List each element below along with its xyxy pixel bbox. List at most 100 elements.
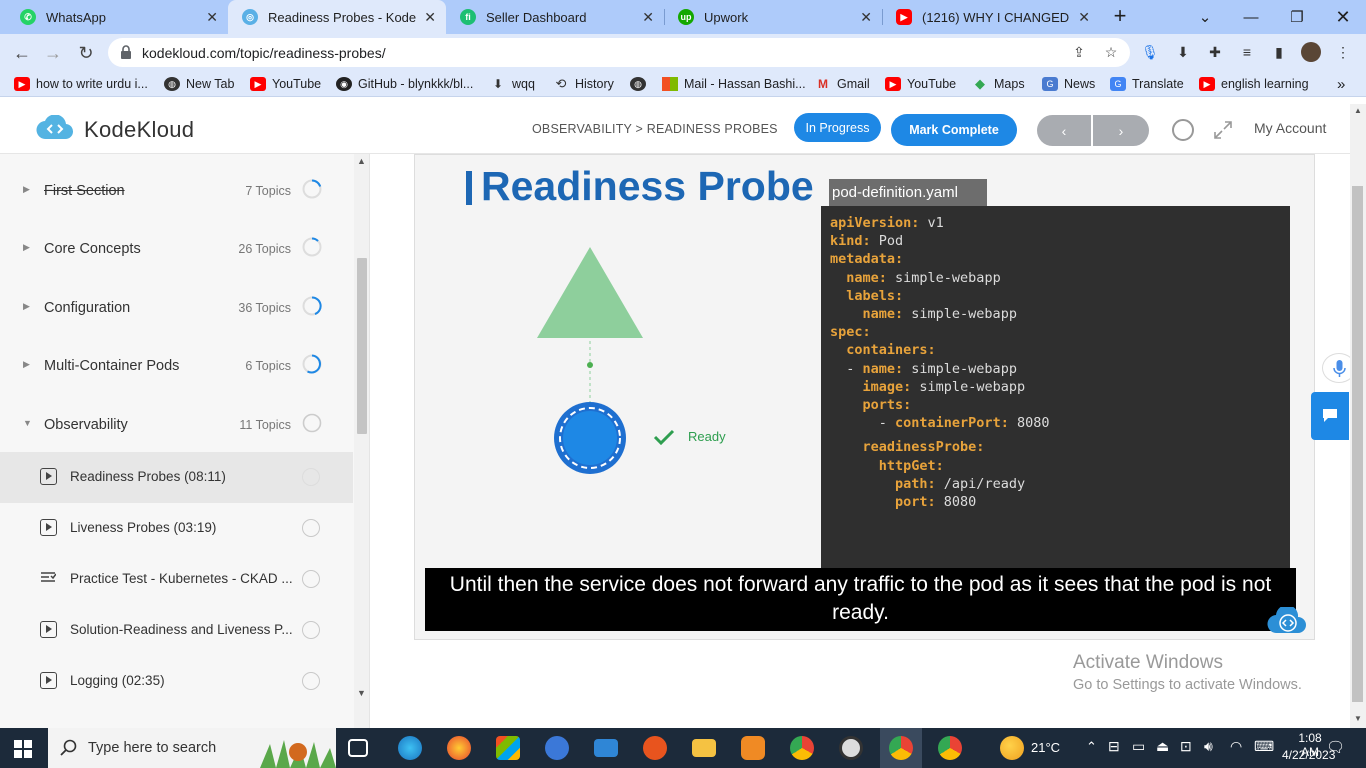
file-explorer-icon[interactable] — [692, 739, 716, 757]
in-progress-badge[interactable]: In Progress — [794, 113, 881, 142]
bookmark-item[interactable]: ▶ english learning — [1199, 75, 1309, 93]
bookmark-item[interactable]: ◍ — [630, 75, 652, 93]
bookmark-star-icon[interactable]: ☆ — [1101, 42, 1121, 62]
page-scrollbar[interactable]: ▲ ▼ — [1350, 104, 1366, 728]
download-extension-icon[interactable]: ⬇ — [1173, 42, 1193, 62]
bookmark-item[interactable]: ⟲ History — [553, 75, 614, 93]
bookmark-item[interactable]: ▶ YouTube — [250, 75, 321, 93]
scroll-down-icon[interactable]: ▼ — [1354, 714, 1362, 723]
close-icon[interactable]: ✕ — [1078, 9, 1090, 26]
temperature[interactable]: 21°C — [1031, 740, 1060, 755]
bookmark-item[interactable]: ◍ New Tab — [164, 75, 234, 93]
minimize-button[interactable]: — — [1228, 0, 1274, 34]
screen-capture-icon[interactable]: ⊡ — [1180, 738, 1192, 755]
completion-circle-icon[interactable] — [302, 672, 320, 690]
usb-icon[interactable]: ⏏ — [1156, 738, 1169, 755]
side-panel-icon[interactable]: ▮ — [1269, 42, 1289, 62]
windows-start-icon[interactable] — [14, 740, 32, 758]
lesson-liveness-probes[interactable]: Liveness Probes (03:19) — [0, 503, 353, 554]
chrome-profile-icon[interactable] — [889, 736, 913, 760]
completion-circle-icon[interactable] — [302, 519, 320, 537]
volume-icon[interactable]: 🔊︎ — [1204, 738, 1213, 755]
close-icon[interactable]: ✕ — [860, 9, 872, 26]
close-icon[interactable]: ✕ — [424, 9, 436, 26]
extensions-icon[interactable]: ✚ — [1205, 42, 1225, 62]
section-multi-container-pods[interactable]: ▶ Multi-Container Pods 6 Topics — [0, 337, 353, 395]
section-configuration[interactable]: ▶ Configuration 36 Topics — [0, 279, 353, 337]
tab-youtube-video[interactable]: ▶ (1216) WHY I CHANGED MY ✕ — [882, 0, 1100, 34]
scroll-up-icon[interactable]: ▲ — [357, 156, 366, 166]
close-icon[interactable]: ✕ — [642, 9, 654, 26]
close-window-button[interactable]: ✕ — [1320, 0, 1366, 34]
scroll-down-icon[interactable]: ▼ — [357, 688, 366, 698]
profile-avatar[interactable] — [1301, 42, 1321, 62]
share-icon[interactable]: ⇪ — [1069, 42, 1089, 62]
section-observability[interactable]: ▼ Observability 11 Topics — [0, 396, 353, 454]
lesson-logging[interactable]: Logging (02:35) — [0, 656, 353, 707]
weather-icon[interactable] — [1000, 736, 1024, 760]
page-scroll-thumb[interactable] — [1352, 186, 1363, 702]
next-lesson-button[interactable]: › — [1093, 115, 1149, 146]
dark-mode-icon[interactable] — [1171, 118, 1195, 142]
address-bar[interactable]: kodekloud.com/topic/readiness-probes/ — [108, 38, 1130, 67]
close-icon[interactable]: ✕ — [206, 9, 218, 26]
chrome-profile-h-icon[interactable] — [938, 736, 962, 760]
my-account-link[interactable]: My Account — [1254, 120, 1326, 136]
firefox-icon[interactable] — [447, 736, 471, 760]
tab-seller-dashboard[interactable]: fi Seller Dashboard ✕ — [446, 0, 664, 34]
bookmark-item[interactable]: ⬇ wqq — [490, 75, 535, 93]
task-view-icon[interactable] — [348, 739, 368, 757]
bookmark-item[interactable]: G News — [1042, 75, 1095, 93]
bookmark-item[interactable]: ▶ how to write urdu i... — [14, 75, 148, 93]
display-icon[interactable]: ▭ — [1132, 738, 1145, 755]
section-first-section[interactable]: ▶ First Section 7 Topics — [0, 162, 353, 220]
chevron-up-icon[interactable]: ⌃ — [1086, 739, 1097, 755]
fullscreen-icon[interactable] — [1213, 120, 1233, 140]
wifi-icon[interactable]: ◠ — [1230, 738, 1242, 755]
bookmark-item[interactable]: Mail - Hassan Bashi... — [662, 75, 806, 93]
tab-search-icon[interactable]: ⌄ — [1182, 0, 1228, 34]
network-adapter-icon[interactable]: ⊟ — [1108, 738, 1120, 755]
chat-widget-button[interactable] — [1311, 392, 1349, 440]
tab-whatsapp[interactable]: ✆ WhatsApp ✕ — [6, 0, 228, 34]
obs-icon[interactable] — [839, 736, 863, 760]
microphone-icon[interactable]: 🎙 — [1140, 42, 1160, 62]
tab-readiness-probes[interactable]: ◎ Readiness Probes - KodeKlou ✕ — [228, 0, 446, 34]
scroll-up-icon[interactable]: ▲ — [1354, 106, 1362, 115]
forward-button[interactable]: → — [40, 40, 66, 66]
sidebar-scrollbar[interactable]: ▲ ▼ — [354, 154, 369, 728]
bookmark-item[interactable]: ◉ GitHub - blynkkk/bl... — [336, 75, 473, 93]
lesson-practice-test[interactable]: Practice Test - Kubernetes - CKAD ... — [0, 554, 353, 605]
taskbar-search-box[interactable]: Type here to search — [48, 728, 336, 768]
store-icon[interactable] — [496, 736, 520, 760]
reload-button[interactable]: ↻ — [73, 40, 99, 66]
sidebar-scroll-thumb[interactable] — [357, 258, 367, 434]
back-button[interactable]: ← — [9, 40, 35, 66]
lesson-solution[interactable]: Solution-Readiness and Liveness P... — [0, 605, 353, 656]
bookmark-item[interactable]: G Translate — [1110, 75, 1184, 93]
media-control-icon[interactable]: ≡ — [1237, 42, 1257, 62]
phone-link-icon[interactable] — [545, 736, 569, 760]
previous-lesson-button[interactable]: ‹ — [1037, 115, 1091, 146]
app-snail-icon[interactable] — [643, 736, 667, 760]
completion-circle-icon[interactable] — [302, 570, 320, 588]
more-bookmarks-button[interactable]: » — [1337, 75, 1345, 93]
new-tab-button[interactable]: + — [1108, 5, 1132, 29]
completion-circle-icon[interactable] — [302, 621, 320, 639]
chrome-icon[interactable] — [790, 736, 814, 760]
mark-complete-button[interactable]: Mark Complete — [891, 114, 1017, 146]
section-core-concepts[interactable]: ▶ Core Concepts 26 Topics — [0, 220, 353, 278]
edge-icon[interactable] — [398, 736, 422, 760]
app-gear-icon[interactable] — [741, 736, 765, 760]
mail-icon[interactable] — [594, 739, 618, 757]
video-player[interactable]: Readiness Probe Ready pod-definition.yam… — [414, 154, 1315, 640]
notifications-icon[interactable]: 🗨︎ — [1326, 738, 1345, 756]
bookmark-item[interactable]: ▶ YouTube — [885, 75, 956, 93]
menu-icon[interactable]: ⋮ — [1333, 42, 1353, 62]
lesson-readiness-probes[interactable]: Readiness Probes (08:11) — [0, 452, 353, 503]
brand-name[interactable]: KodeKloud — [84, 117, 194, 143]
tab-upwork[interactable]: up Upwork ✕ — [664, 0, 882, 34]
kodekloud-logo-icon[interactable] — [36, 115, 74, 141]
bookmark-item[interactable]: M Gmail — [815, 75, 870, 93]
completion-circle-icon[interactable] — [302, 468, 320, 486]
